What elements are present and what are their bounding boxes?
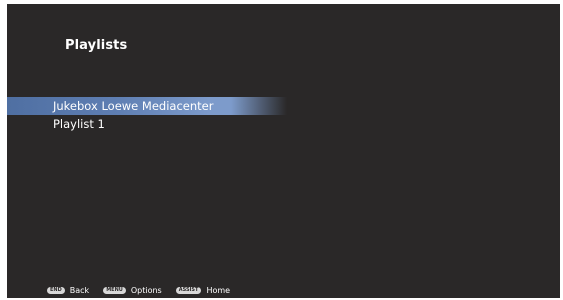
playlist-list: Jukebox Loewe Mediacenter Playlist 1 bbox=[7, 97, 307, 133]
playlist-item-jukebox-loewe-mediacenter[interactable]: Jukebox Loewe Mediacenter bbox=[7, 97, 287, 115]
options-hint-label: Options bbox=[130, 285, 162, 295]
back-hint-label: Back bbox=[69, 285, 90, 295]
end-key-icon: END bbox=[47, 286, 65, 294]
playlist-item-label: Jukebox Loewe Mediacenter bbox=[53, 99, 214, 113]
playlist-item-label: Playlist 1 bbox=[53, 117, 105, 131]
home-hint-label: Home bbox=[206, 285, 231, 295]
tv-screen: Playlists Jukebox Loewe Mediacenter Play… bbox=[7, 4, 560, 298]
page-title: Playlists bbox=[65, 38, 128, 53]
key-hint-bar: END Back MENU Options ASSIST Home bbox=[47, 285, 244, 295]
options-hint[interactable]: MENU Options bbox=[103, 286, 162, 295]
playlist-item-playlist-1[interactable]: Playlist 1 bbox=[7, 115, 307, 133]
assist-key-icon: ASSIST bbox=[175, 286, 202, 294]
back-hint[interactable]: END Back bbox=[47, 286, 89, 295]
menu-key-icon: MENU bbox=[103, 286, 126, 294]
home-hint[interactable]: ASSIST Home bbox=[175, 285, 231, 295]
